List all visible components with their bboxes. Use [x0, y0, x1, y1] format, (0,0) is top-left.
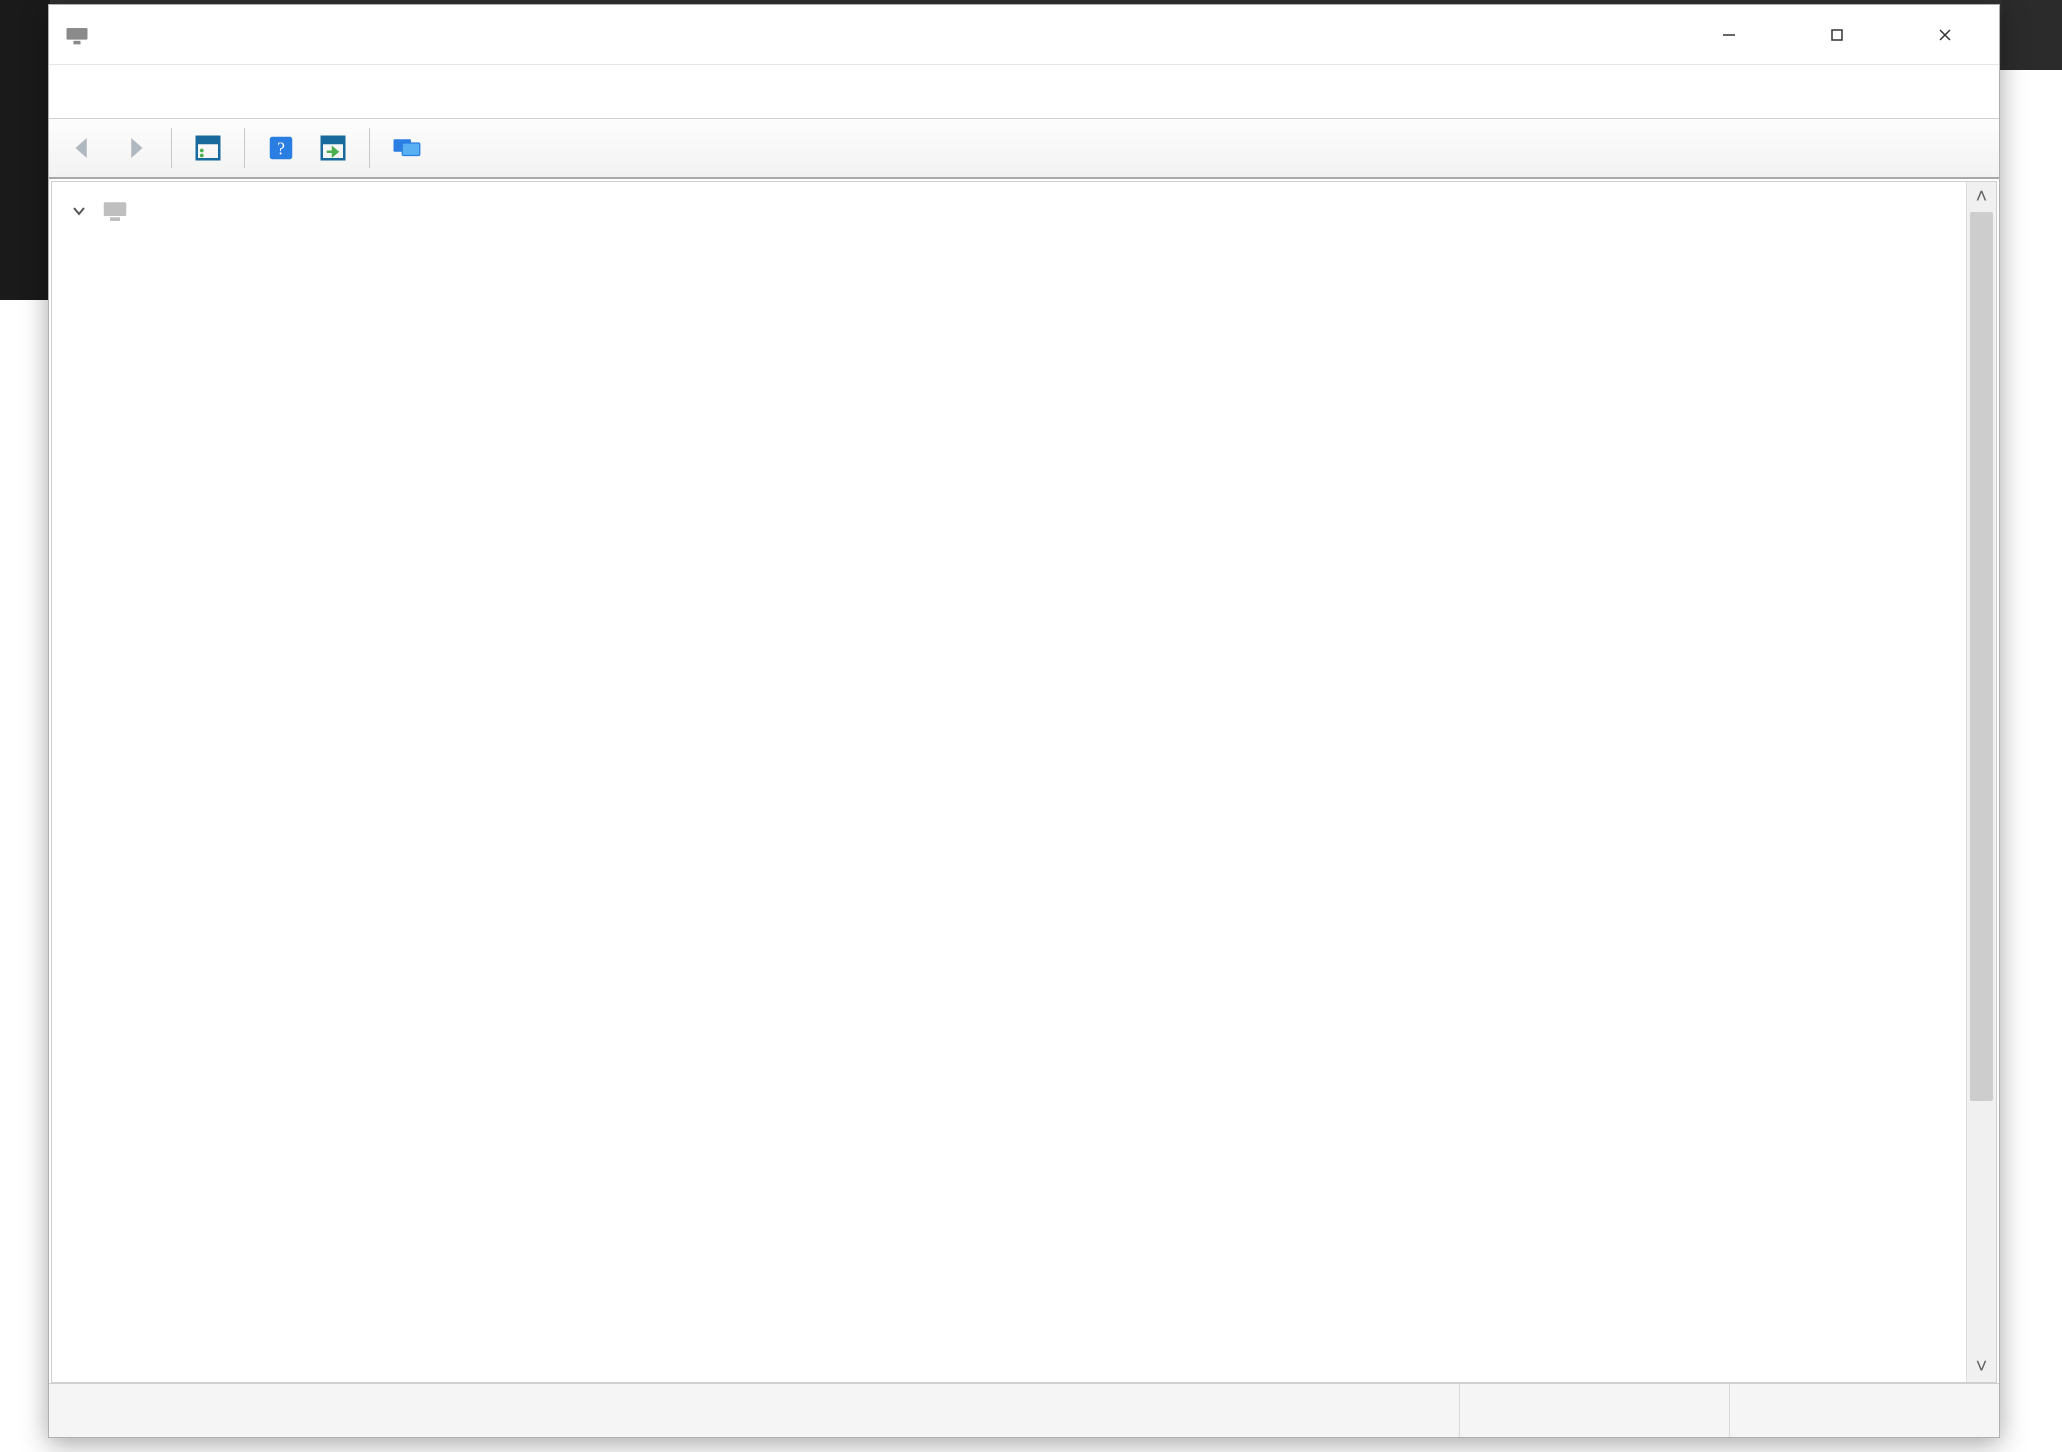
help-icon: ? [266, 133, 296, 163]
statusbar-cell [1459, 1384, 1729, 1437]
minimize-button[interactable] [1675, 5, 1783, 65]
toolbar: ? [49, 119, 1999, 179]
toolbar-separator [244, 128, 245, 168]
toolbar-monitors-button[interactable] [386, 128, 426, 168]
monitors-icon [391, 133, 421, 163]
background-left-tab [0, 0, 50, 300]
scroll-track[interactable] [1967, 212, 1996, 1352]
statusbar-cell [49, 1384, 1459, 1437]
toolbar-separator [369, 128, 370, 168]
background-right-code [2002, 0, 2062, 70]
expander-icon[interactable] [66, 198, 92, 224]
toolbar-separator [171, 128, 172, 168]
scroll-thumb[interactable] [1970, 212, 1993, 1101]
titlebar[interactable] [49, 5, 1999, 65]
toolbar-scan-button[interactable] [313, 128, 353, 168]
toolbar-back-button[interactable] [63, 128, 103, 168]
menubar [49, 65, 1999, 119]
computer-root-icon [100, 196, 130, 226]
device-tree[interactable] [52, 182, 1966, 1382]
close-button[interactable] [1891, 5, 1999, 65]
statusbar-cell [1729, 1384, 1999, 1437]
toolbar-forward-button[interactable] [115, 128, 155, 168]
forward-arrow-icon [120, 133, 150, 163]
tree-root-row[interactable] [52, 188, 1966, 233]
device-manager-window: ? ˄ [48, 4, 2000, 1438]
svg-text:?: ? [277, 138, 285, 158]
scroll-up-arrow-icon[interactable]: ˄ [1967, 182, 1996, 212]
properties-icon [193, 133, 223, 163]
scroll-down-arrow-icon[interactable]: ˅ [1967, 1352, 1996, 1382]
toolbar-properties-button[interactable] [188, 128, 228, 168]
scan-hardware-icon [318, 133, 348, 163]
back-arrow-icon [68, 133, 98, 163]
client-area: ˄ ˅ [51, 181, 1997, 1383]
vertical-scrollbar[interactable]: ˄ ˅ [1966, 182, 1996, 1382]
maximize-button[interactable] [1783, 5, 1891, 65]
app-icon [63, 21, 91, 49]
toolbar-help-button[interactable]: ? [261, 128, 301, 168]
statusbar [49, 1383, 1999, 1437]
